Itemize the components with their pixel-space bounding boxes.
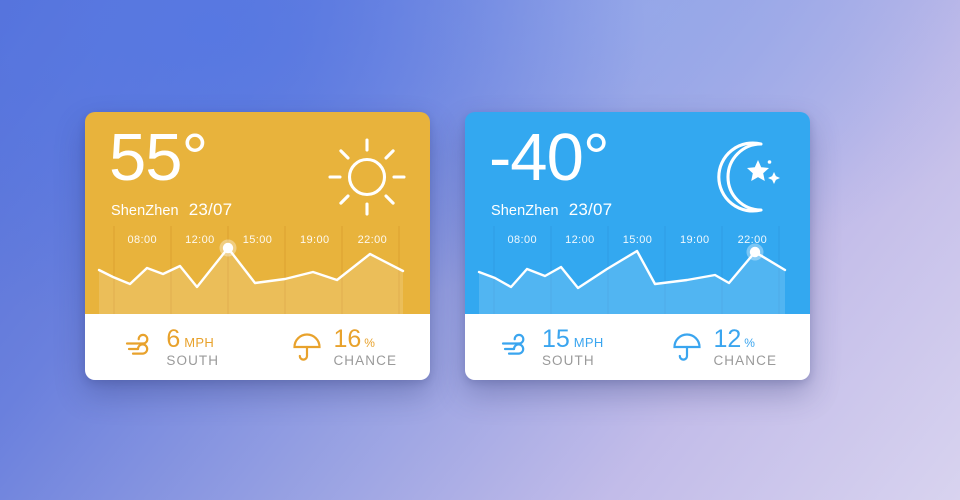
wind-icon bbox=[501, 333, 525, 355]
date-label: 23/07 bbox=[568, 200, 613, 219]
temperature-chart-sunny bbox=[85, 226, 430, 314]
wind-unit: MPH bbox=[573, 334, 604, 350]
wind-direction: SOUTH bbox=[166, 352, 220, 368]
wind-text: 6 MPH SOUTH bbox=[166, 324, 220, 369]
chart-highlight-dot bbox=[749, 246, 761, 258]
rain-label: CHANCE bbox=[713, 352, 778, 368]
location-meta: ShenZhen 23/07 bbox=[491, 200, 612, 220]
wind-value: 15 bbox=[541, 324, 570, 353]
star-small bbox=[768, 172, 780, 184]
wind-icon bbox=[126, 333, 149, 355]
temperature-chart-night bbox=[465, 226, 810, 314]
umbrella-icon bbox=[673, 333, 702, 361]
rain-text: 12% CHANCE bbox=[713, 324, 778, 369]
sun-icon bbox=[328, 138, 406, 216]
wind-stat[interactable]: 6 MPH SOUTH bbox=[85, 324, 258, 369]
wind-unit: MPH bbox=[184, 334, 215, 350]
rain-label: CHANCE bbox=[333, 352, 398, 368]
card-top-sunny: 55° ShenZhen 23/07 08:00 12:00 15:00 19:… bbox=[85, 112, 430, 314]
rain-value: 16 bbox=[333, 324, 362, 353]
weather-card-night[interactable]: -40° ShenZhen 23/07 08:00 12:00 15:00 19:… bbox=[465, 112, 810, 380]
star-large bbox=[747, 160, 769, 181]
rain-stat[interactable]: 16% CHANCE bbox=[258, 324, 431, 369]
umbrella-icon bbox=[293, 333, 322, 361]
rain-unit: % bbox=[364, 335, 375, 350]
rain-value: 12 bbox=[713, 324, 742, 353]
city-label: ShenZhen bbox=[111, 203, 179, 219]
city-label: ShenZhen bbox=[491, 203, 559, 219]
star-dot bbox=[767, 160, 772, 164]
rain-stat[interactable]: 12% CHANCE bbox=[638, 324, 811, 369]
card-footer-sunny: 6 MPH SOUTH 16% CHANCE bbox=[85, 314, 430, 380]
card-top-night: -40° ShenZhen 23/07 08:00 12:00 15:00 19:… bbox=[465, 112, 810, 314]
temperature-value: 55° bbox=[109, 120, 208, 195]
rain-unit: % bbox=[744, 335, 755, 350]
temperature-value: -40° bbox=[489, 120, 610, 195]
chart-highlight-dot bbox=[222, 242, 234, 254]
weather-widgets-stage: 55° ShenZhen 23/07 08:00 12:00 15:00 19:… bbox=[0, 0, 960, 500]
wind-line-1: 15 MPH bbox=[541, 324, 604, 353]
rain-text: 16% CHANCE bbox=[333, 324, 398, 369]
location-meta: ShenZhen 23/07 bbox=[111, 200, 232, 220]
wind-direction: SOUTH bbox=[541, 352, 595, 368]
wind-value: 6 bbox=[166, 324, 181, 353]
rain-line-1: 12% bbox=[713, 324, 777, 353]
wind-text: 15 MPH SOUTH bbox=[541, 324, 604, 369]
date-label: 23/07 bbox=[188, 200, 233, 219]
wind-line-1: 6 MPH bbox=[166, 324, 219, 353]
wind-stat[interactable]: 15 MPH SOUTH bbox=[465, 324, 638, 369]
rain-line-1: 16% bbox=[333, 324, 397, 353]
weather-card-sunny[interactable]: 55° ShenZhen 23/07 08:00 12:00 15:00 19:… bbox=[85, 112, 430, 380]
moon-stars-icon bbox=[717, 141, 780, 213]
card-footer-night: 15 MPH SOUTH 12% CHANCE bbox=[465, 314, 810, 380]
